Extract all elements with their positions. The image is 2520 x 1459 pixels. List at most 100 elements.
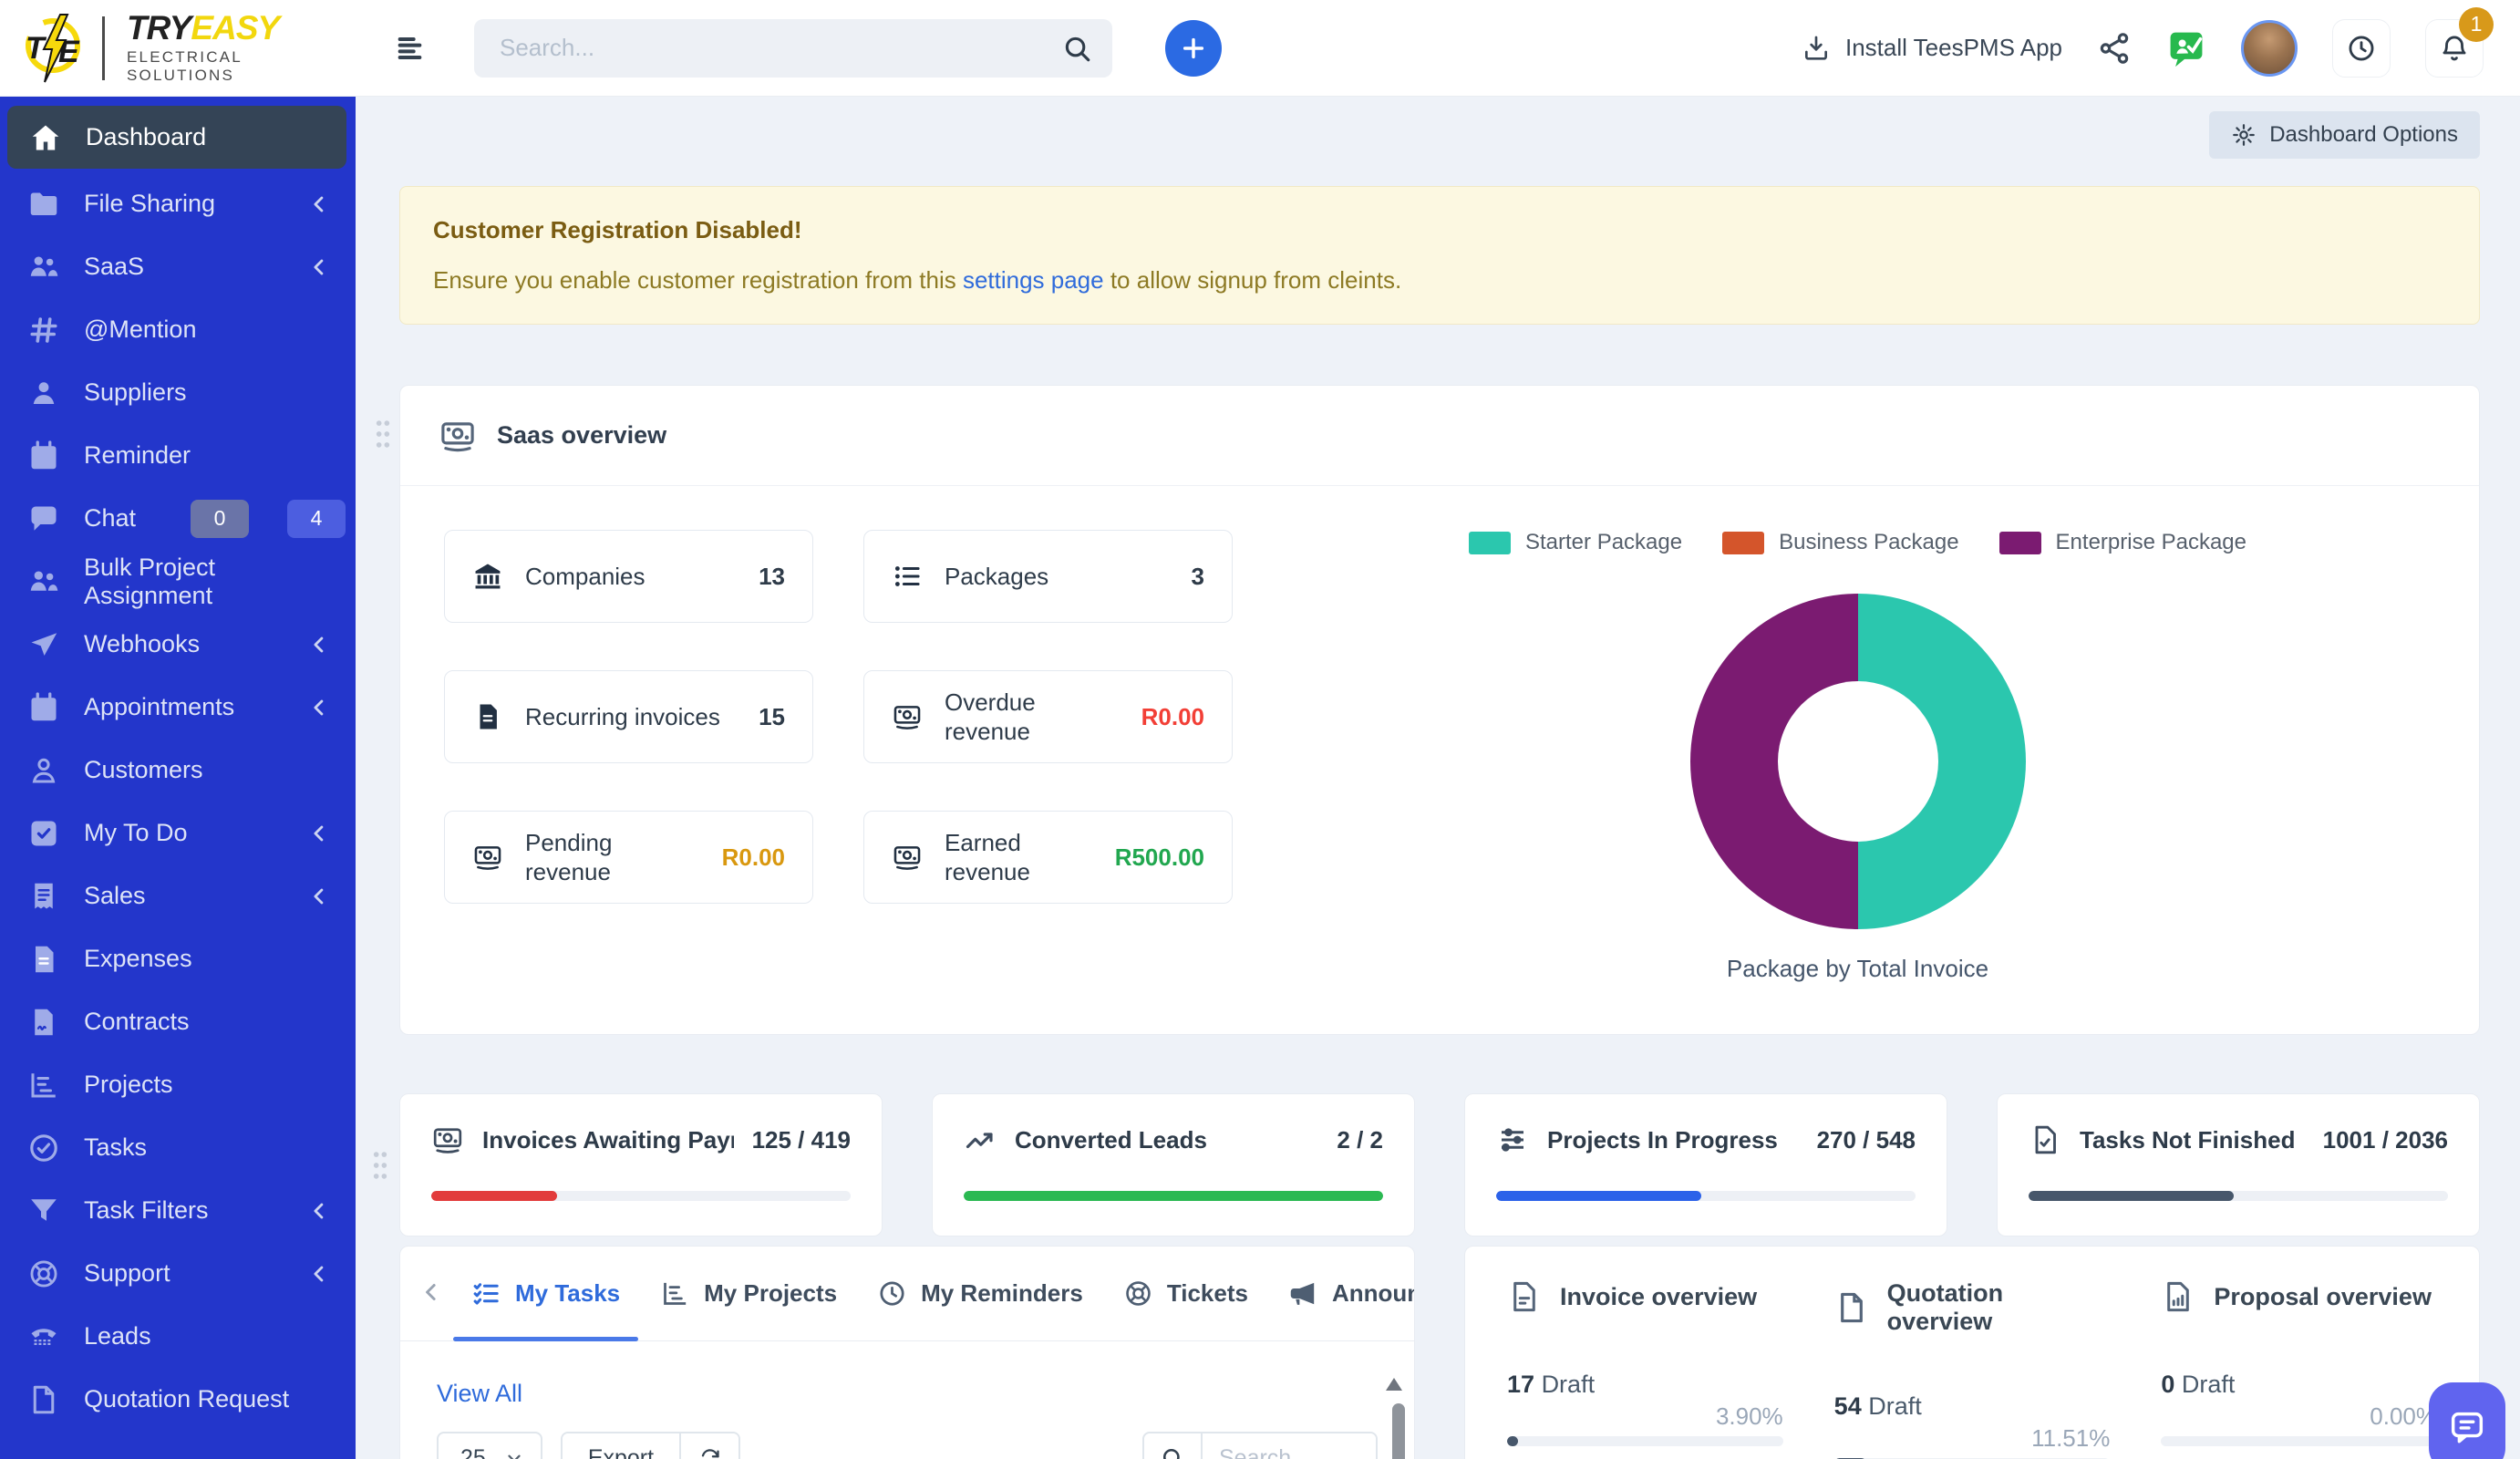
stat-progress: [1496, 1191, 1916, 1201]
scrollbar-up-icon[interactable]: [1386, 1378, 1402, 1391]
dashboard-options-label: Dashboard Options: [2269, 122, 2458, 148]
file-blank-icon: [27, 1383, 60, 1416]
chevron-down-icon: [504, 1448, 524, 1459]
chat-fab[interactable]: [2429, 1382, 2505, 1459]
sidebar-item-leads[interactable]: Leads: [0, 1305, 356, 1368]
sidebar-item-file-sharing[interactable]: File Sharing: [0, 172, 356, 235]
logo[interactable]: T E TRYEASY ELECTRICAL SOLUTIONS: [0, 0, 356, 96]
saas-card-overdue-revenue[interactable]: Overdue revenueR0.00: [863, 670, 1233, 763]
sidebar-item-support[interactable]: Support: [0, 1242, 356, 1305]
sidebar-item-my-to-do[interactable]: My To Do: [0, 802, 356, 864]
share-icon[interactable]: [2097, 31, 2132, 66]
legend-label: Starter Package: [1525, 530, 1682, 555]
sidebar-item-expenses[interactable]: Expenses: [0, 927, 356, 990]
donut-chart: [1690, 594, 2026, 929]
chart-caption: Package by Total Invoice: [1727, 955, 1988, 983]
search-icon[interactable]: [1144, 1433, 1203, 1459]
folder-icon: [27, 188, 60, 221]
refresh-button[interactable]: [679, 1433, 738, 1459]
search-icon[interactable]: [1061, 33, 1092, 64]
saas-card-recurring-invoices[interactable]: Recurring invoices15: [444, 670, 813, 763]
dashboard-options-button[interactable]: Dashboard Options: [2209, 111, 2480, 159]
list-check-icon: [471, 1278, 501, 1309]
search-input[interactable]: [474, 19, 1112, 78]
saas-card-pending-revenue[interactable]: Pending revenueR0.00: [444, 811, 813, 904]
stat-card-tasks-not-finished[interactable]: Tasks Not Finished1001 / 2036: [1997, 1093, 2480, 1237]
drag-handle-icon[interactable]: [371, 417, 395, 451]
saas-card-value: R0.00: [722, 843, 785, 872]
sidebar-item-mention[interactable]: @Mention: [0, 298, 356, 361]
sidebar-item-chat[interactable]: Chat04: [0, 487, 356, 550]
page-size-select[interactable]: 25: [437, 1432, 542, 1459]
settings-page-link[interactable]: settings page: [963, 266, 1104, 294]
sidebar-item-tasks[interactable]: Tasks: [0, 1116, 356, 1179]
avatar[interactable]: [2241, 20, 2298, 77]
clock-icon: [2346, 33, 2377, 64]
stat-card-converted-leads[interactable]: Converted Leads2 / 2: [932, 1093, 1415, 1237]
sidebar-item-suppliers[interactable]: Suppliers: [0, 361, 356, 424]
sidebar-item-dashboard[interactable]: Dashboard: [7, 106, 346, 169]
tabs-scroll-left-icon[interactable]: [411, 1278, 451, 1309]
table-search-input[interactable]: [1203, 1433, 1376, 1459]
sidebar-item-quotation-request[interactable]: Quotation Request: [0, 1368, 356, 1431]
sidebar-item-webhooks[interactable]: Webhooks: [0, 613, 356, 676]
legend-item-enterprise-package[interactable]: Enterprise Package: [1999, 530, 2246, 555]
table-search: [1142, 1432, 1378, 1459]
feedback-icon[interactable]: [2166, 28, 2206, 68]
saas-card-companies[interactable]: Companies13: [444, 530, 813, 623]
tab-tickets[interactable]: Tickets: [1103, 1247, 1268, 1340]
sidebar-item-appointments[interactable]: Appointments: [0, 676, 356, 739]
users-icon: [27, 565, 60, 598]
saas-card-earned-revenue[interactable]: Earned revenueR500.00: [863, 811, 1233, 904]
sidebar-item-label: Support: [84, 1259, 170, 1288]
tab-my-projects[interactable]: My Projects: [640, 1247, 857, 1340]
tab-my-tasks[interactable]: My Tasks: [451, 1247, 640, 1340]
quick-add-button[interactable]: [1165, 20, 1222, 77]
view-all-link[interactable]: View All: [400, 1341, 559, 1412]
bank-icon: [472, 561, 503, 592]
calendar-icon: [27, 691, 60, 724]
legend-item-business-package[interactable]: Business Package: [1722, 530, 1958, 555]
sidebar-item-sales[interactable]: Sales: [0, 864, 356, 927]
saas-card-value: 13: [759, 563, 785, 591]
legend-label: Business Package: [1779, 530, 1958, 555]
drag-handle-icon[interactable]: [368, 1148, 392, 1183]
file-sign-icon: [27, 1006, 60, 1039]
notifications-button[interactable]: 1: [2425, 19, 2484, 78]
install-app-button[interactable]: Install TeesPMS App: [1802, 34, 2062, 63]
sidebar-item-customers[interactable]: Customers: [0, 739, 356, 802]
tasks-scrollbar[interactable]: [1392, 1403, 1405, 1459]
tab-announc[interactable]: Announc: [1268, 1247, 1415, 1340]
stat-card-projects-in-progress[interactable]: Projects In Progress270 / 548: [1464, 1093, 1947, 1237]
stat-card-invoices-awaiting-paym[interactable]: Invoices Awaiting Paym...125 / 419: [399, 1093, 883, 1237]
alert-title: Customer Registration Disabled!: [433, 216, 2446, 244]
sidebar-item-bulk-project-assignment[interactable]: Bulk Project Assignment: [0, 550, 356, 613]
tab-my-reminders[interactable]: My Reminders: [857, 1247, 1103, 1340]
sidebar-item-saas[interactable]: SaaS: [0, 235, 356, 298]
saas-card-value: 15: [759, 703, 785, 731]
check-square-icon: [27, 817, 60, 850]
chat-count-badge: 4: [287, 500, 346, 538]
gantt-icon: [660, 1278, 690, 1309]
export-button[interactable]: Export: [563, 1433, 679, 1459]
legend-item-starter-package[interactable]: Starter Package: [1469, 530, 1682, 555]
stat-progress: [964, 1191, 1383, 1201]
sidebar-item-label: Sales: [84, 882, 146, 910]
saas-card-label: Packages: [945, 562, 1048, 592]
sidebar-item-projects[interactable]: Projects: [0, 1053, 356, 1116]
sidebar-item-label: Leads: [84, 1322, 151, 1350]
sidebar-toggle-icon[interactable]: [394, 30, 430, 67]
topbar-right: Install TeesPMS App 1: [1802, 19, 2520, 78]
tasks-panel: My TasksMy ProjectsMy RemindersTicketsAn…: [399, 1246, 1415, 1459]
stat-value: 1001 / 2036: [2323, 1126, 2448, 1154]
sidebar-item-task-filters[interactable]: Task Filters: [0, 1179, 356, 1242]
history-button[interactable]: [2332, 19, 2391, 78]
sidebar-item-reminder[interactable]: Reminder: [0, 424, 356, 487]
life-buoy-icon: [27, 1257, 60, 1290]
saas-card-packages[interactable]: Packages3: [863, 530, 1233, 623]
check-circle-icon: [27, 1132, 60, 1164]
chevron-left-icon: [306, 1261, 332, 1287]
overview-row-draft: 17 Draft3.90%: [1507, 1371, 1783, 1446]
sidebar-item-contracts[interactable]: Contracts: [0, 990, 356, 1053]
stat-value: 125 / 419: [752, 1126, 851, 1154]
